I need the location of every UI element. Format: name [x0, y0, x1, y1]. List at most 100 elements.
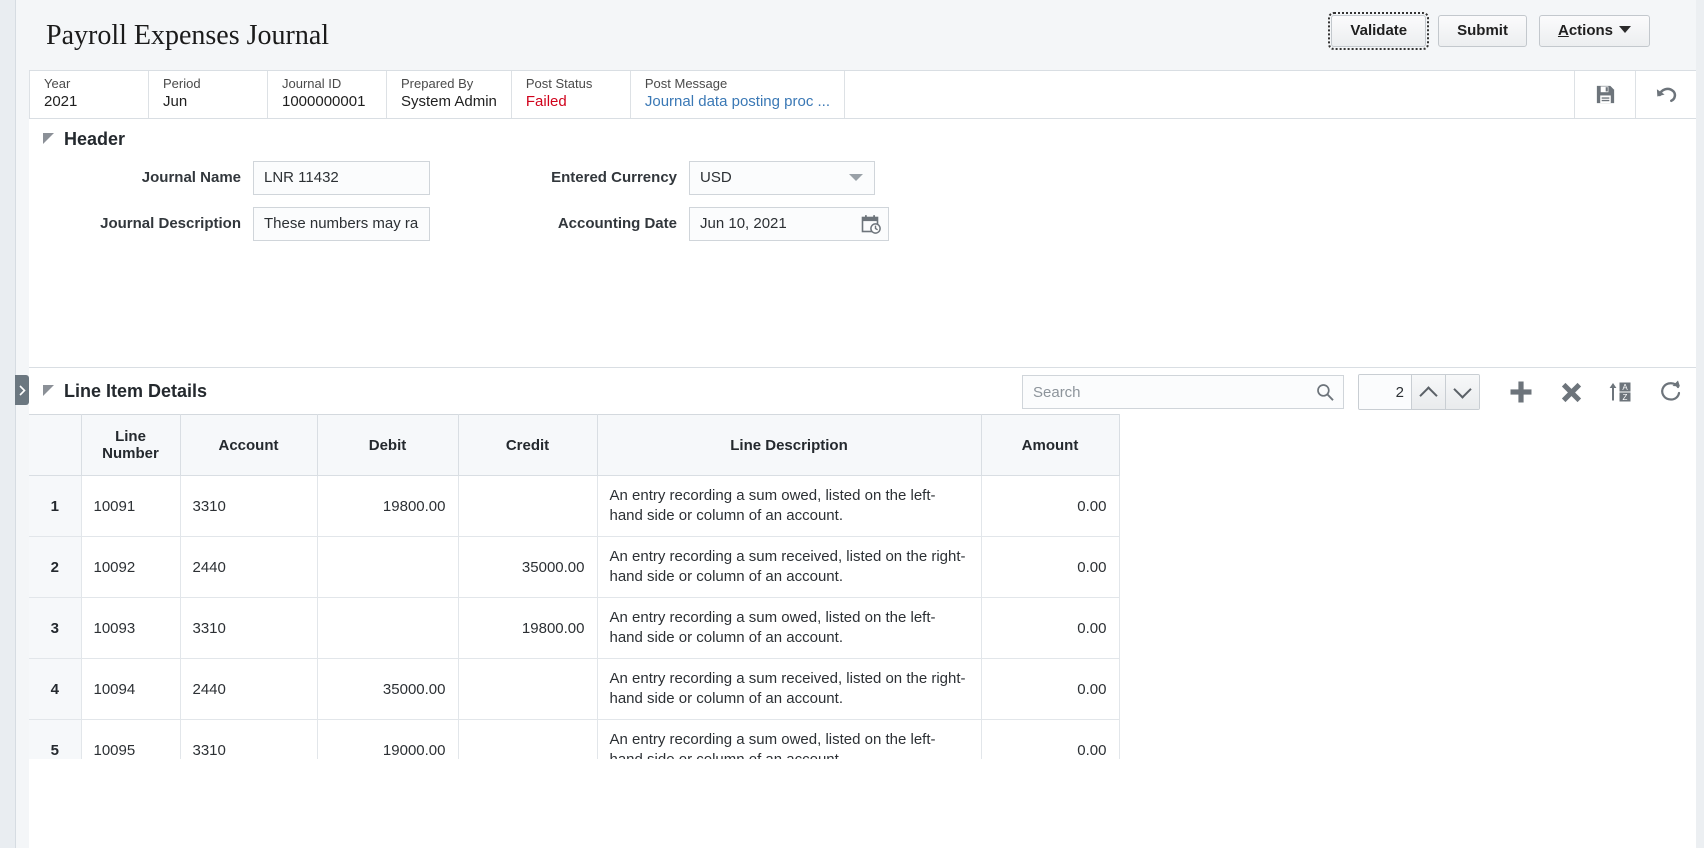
- entered-currency-select[interactable]: [689, 160, 875, 195]
- undo-button[interactable]: [1636, 71, 1696, 118]
- cell-debit[interactable]: 35000.00: [316, 658, 459, 720]
- entered-currency-input[interactable]: [689, 160, 875, 195]
- info-cell-prepared-by: Prepared By System Admin: [387, 71, 512, 118]
- cell-line-description[interactable]: An entry recording a sum owed, listed on…: [596, 475, 982, 537]
- post-message-link[interactable]: Journal data posting proc ...: [645, 92, 830, 112]
- column-header-line-number[interactable]: Line Number: [80, 414, 181, 476]
- sort-button[interactable]: A Z: [1596, 372, 1646, 412]
- journal-name-field-group: Journal Name: [29, 160, 430, 195]
- right-scroll-gutter[interactable]: [1695, 0, 1704, 848]
- info-label: Journal ID: [282, 76, 342, 91]
- cell-debit[interactable]: 19800.00: [316, 475, 459, 537]
- save-button[interactable]: [1575, 71, 1636, 118]
- search-field[interactable]: [1022, 375, 1344, 409]
- spinner-down-button[interactable]: [1445, 375, 1479, 409]
- row-number-spinner[interactable]: 2: [1358, 374, 1480, 410]
- cell-amount[interactable]: 0.00: [980, 475, 1120, 537]
- row-number-value[interactable]: 2: [1359, 375, 1411, 409]
- submit-button[interactable]: Submit: [1438, 15, 1527, 47]
- journal-name-label: Journal Name: [141, 169, 241, 186]
- actions-menu-button[interactable]: Actions: [1538, 15, 1650, 47]
- cell-line-description[interactable]: An entry recording a sum received, liste…: [596, 658, 982, 720]
- line-items-grid-scroll[interactable]: Line Number Account Debit Credit Line De…: [29, 414, 1696, 759]
- info-value: Jun: [163, 93, 188, 110]
- save-floppy-icon: [1596, 85, 1614, 104]
- cell-account[interactable]: 3310: [179, 597, 318, 659]
- cell-line-description[interactable]: An entry recording a sum owed, listed on…: [596, 719, 982, 759]
- header-disclosure-triangle-icon[interactable]: [43, 133, 54, 144]
- cell-credit[interactable]: [457, 475, 598, 537]
- spinner-up-button[interactable]: [1411, 375, 1445, 409]
- column-header-amount[interactable]: Amount: [980, 414, 1120, 476]
- line-items-section-title: Line Item Details: [64, 380, 208, 401]
- cell-credit[interactable]: [457, 719, 598, 759]
- calendar-icon[interactable]: [861, 214, 881, 234]
- cell-debit[interactable]: 19000.00: [316, 719, 459, 759]
- column-header-line-description[interactable]: Line Description: [596, 414, 982, 476]
- column-header-debit[interactable]: Debit: [316, 414, 459, 476]
- cell-line-number[interactable]: 10095: [80, 719, 181, 759]
- validate-button[interactable]: Validate: [1328, 12, 1430, 50]
- cell-row-number: 2: [29, 536, 82, 598]
- cell-line-description[interactable]: An entry recording a sum owed, listed on…: [596, 597, 982, 659]
- line-items-disclosure-triangle-icon[interactable]: [43, 384, 54, 396]
- cell-line-description[interactable]: An entry recording a sum received, liste…: [596, 536, 982, 598]
- cell-debit[interactable]: [316, 536, 459, 598]
- cell-credit[interactable]: [457, 658, 598, 720]
- actions-label-rest: ctions: [1568, 22, 1613, 39]
- cell-line-number[interactable]: 10094: [80, 658, 181, 720]
- refresh-button[interactable]: [1646, 372, 1696, 412]
- undo-arrow-icon: [1656, 87, 1676, 102]
- line-items-section-header: Line Item Details: [29, 381, 207, 402]
- cell-credit[interactable]: 19800.00: [457, 597, 598, 659]
- info-cell-period: Period Jun: [149, 71, 268, 118]
- header-section-title: Header: [64, 129, 126, 149]
- sort-az-icon: A Z: [1609, 382, 1631, 402]
- delete-row-button[interactable]: [1546, 372, 1596, 412]
- cell-amount[interactable]: 0.00: [980, 719, 1120, 759]
- cell-account[interactable]: 3310: [179, 475, 318, 537]
- journal-name-input[interactable]: [253, 160, 430, 195]
- cell-account[interactable]: 3310: [179, 719, 318, 759]
- cell-line-number[interactable]: 10092: [80, 536, 181, 598]
- table-row[interactable]: 5 10095 3310 19000.00 An entry recording a s…: [29, 719, 1120, 759]
- cell-account[interactable]: 2440: [179, 536, 318, 598]
- accounting-date-field[interactable]: [689, 206, 889, 241]
- line-items-table-body: 1 10091 3310 19800.00 An entry recording a s…: [29, 475, 1120, 759]
- cell-line-number[interactable]: 10093: [80, 597, 181, 659]
- cell-row-number: 3: [29, 597, 82, 659]
- journal-description-label: Journal Description: [100, 215, 241, 232]
- header-section: Header Journal Name Entered Currency: [29, 119, 1696, 367]
- cell-amount[interactable]: 0.00: [980, 536, 1120, 598]
- accounting-date-label: Accounting Date: [557, 215, 677, 232]
- search-icon[interactable]: [1315, 382, 1335, 402]
- info-label: Year: [44, 76, 71, 91]
- cell-line-number[interactable]: 10091: [80, 475, 181, 537]
- journal-description-input[interactable]: [253, 206, 430, 241]
- cell-debit[interactable]: [316, 597, 459, 659]
- table-row[interactable]: 3 10093 3310 19800.00 An entry recording a s…: [29, 597, 1120, 659]
- header-form: Journal Name Entered Currency Journal De…: [29, 155, 1696, 247]
- cell-row-number: 1: [29, 475, 82, 537]
- accounting-date-input[interactable]: [689, 206, 889, 241]
- line-items-section: Line Item Details 2: [29, 367, 1696, 759]
- add-row-button[interactable]: [1496, 372, 1546, 412]
- cell-account[interactable]: 2440: [179, 658, 318, 720]
- cell-amount[interactable]: 0.00: [980, 658, 1120, 720]
- table-header-row: Line Number Account Debit Credit Line De…: [29, 414, 1120, 476]
- line-items-table: Line Number Account Debit Credit Line De…: [29, 414, 1120, 759]
- header-section-header: Header: [29, 119, 1696, 158]
- table-row[interactable]: 1 10091 3310 19800.00 An entry recording a s…: [29, 475, 1120, 537]
- column-header-credit[interactable]: Credit: [457, 414, 598, 476]
- info-label: Period: [163, 76, 201, 91]
- table-row[interactable]: 4 10094 2440 35000.00 An entry recording a s…: [29, 658, 1120, 720]
- svg-text:Z: Z: [1623, 393, 1628, 402]
- info-value: System Admin: [401, 93, 497, 110]
- info-label: Post Status: [525, 76, 593, 91]
- cell-amount[interactable]: 0.00: [980, 597, 1120, 659]
- search-input[interactable]: [1022, 375, 1344, 409]
- sidebar-expand-handle[interactable]: [15, 375, 29, 405]
- cell-credit[interactable]: 35000.00: [457, 536, 598, 598]
- table-row[interactable]: 2 10092 2440 35000.00 An entry recording a s…: [29, 536, 1120, 598]
- column-header-account[interactable]: Account: [179, 414, 318, 476]
